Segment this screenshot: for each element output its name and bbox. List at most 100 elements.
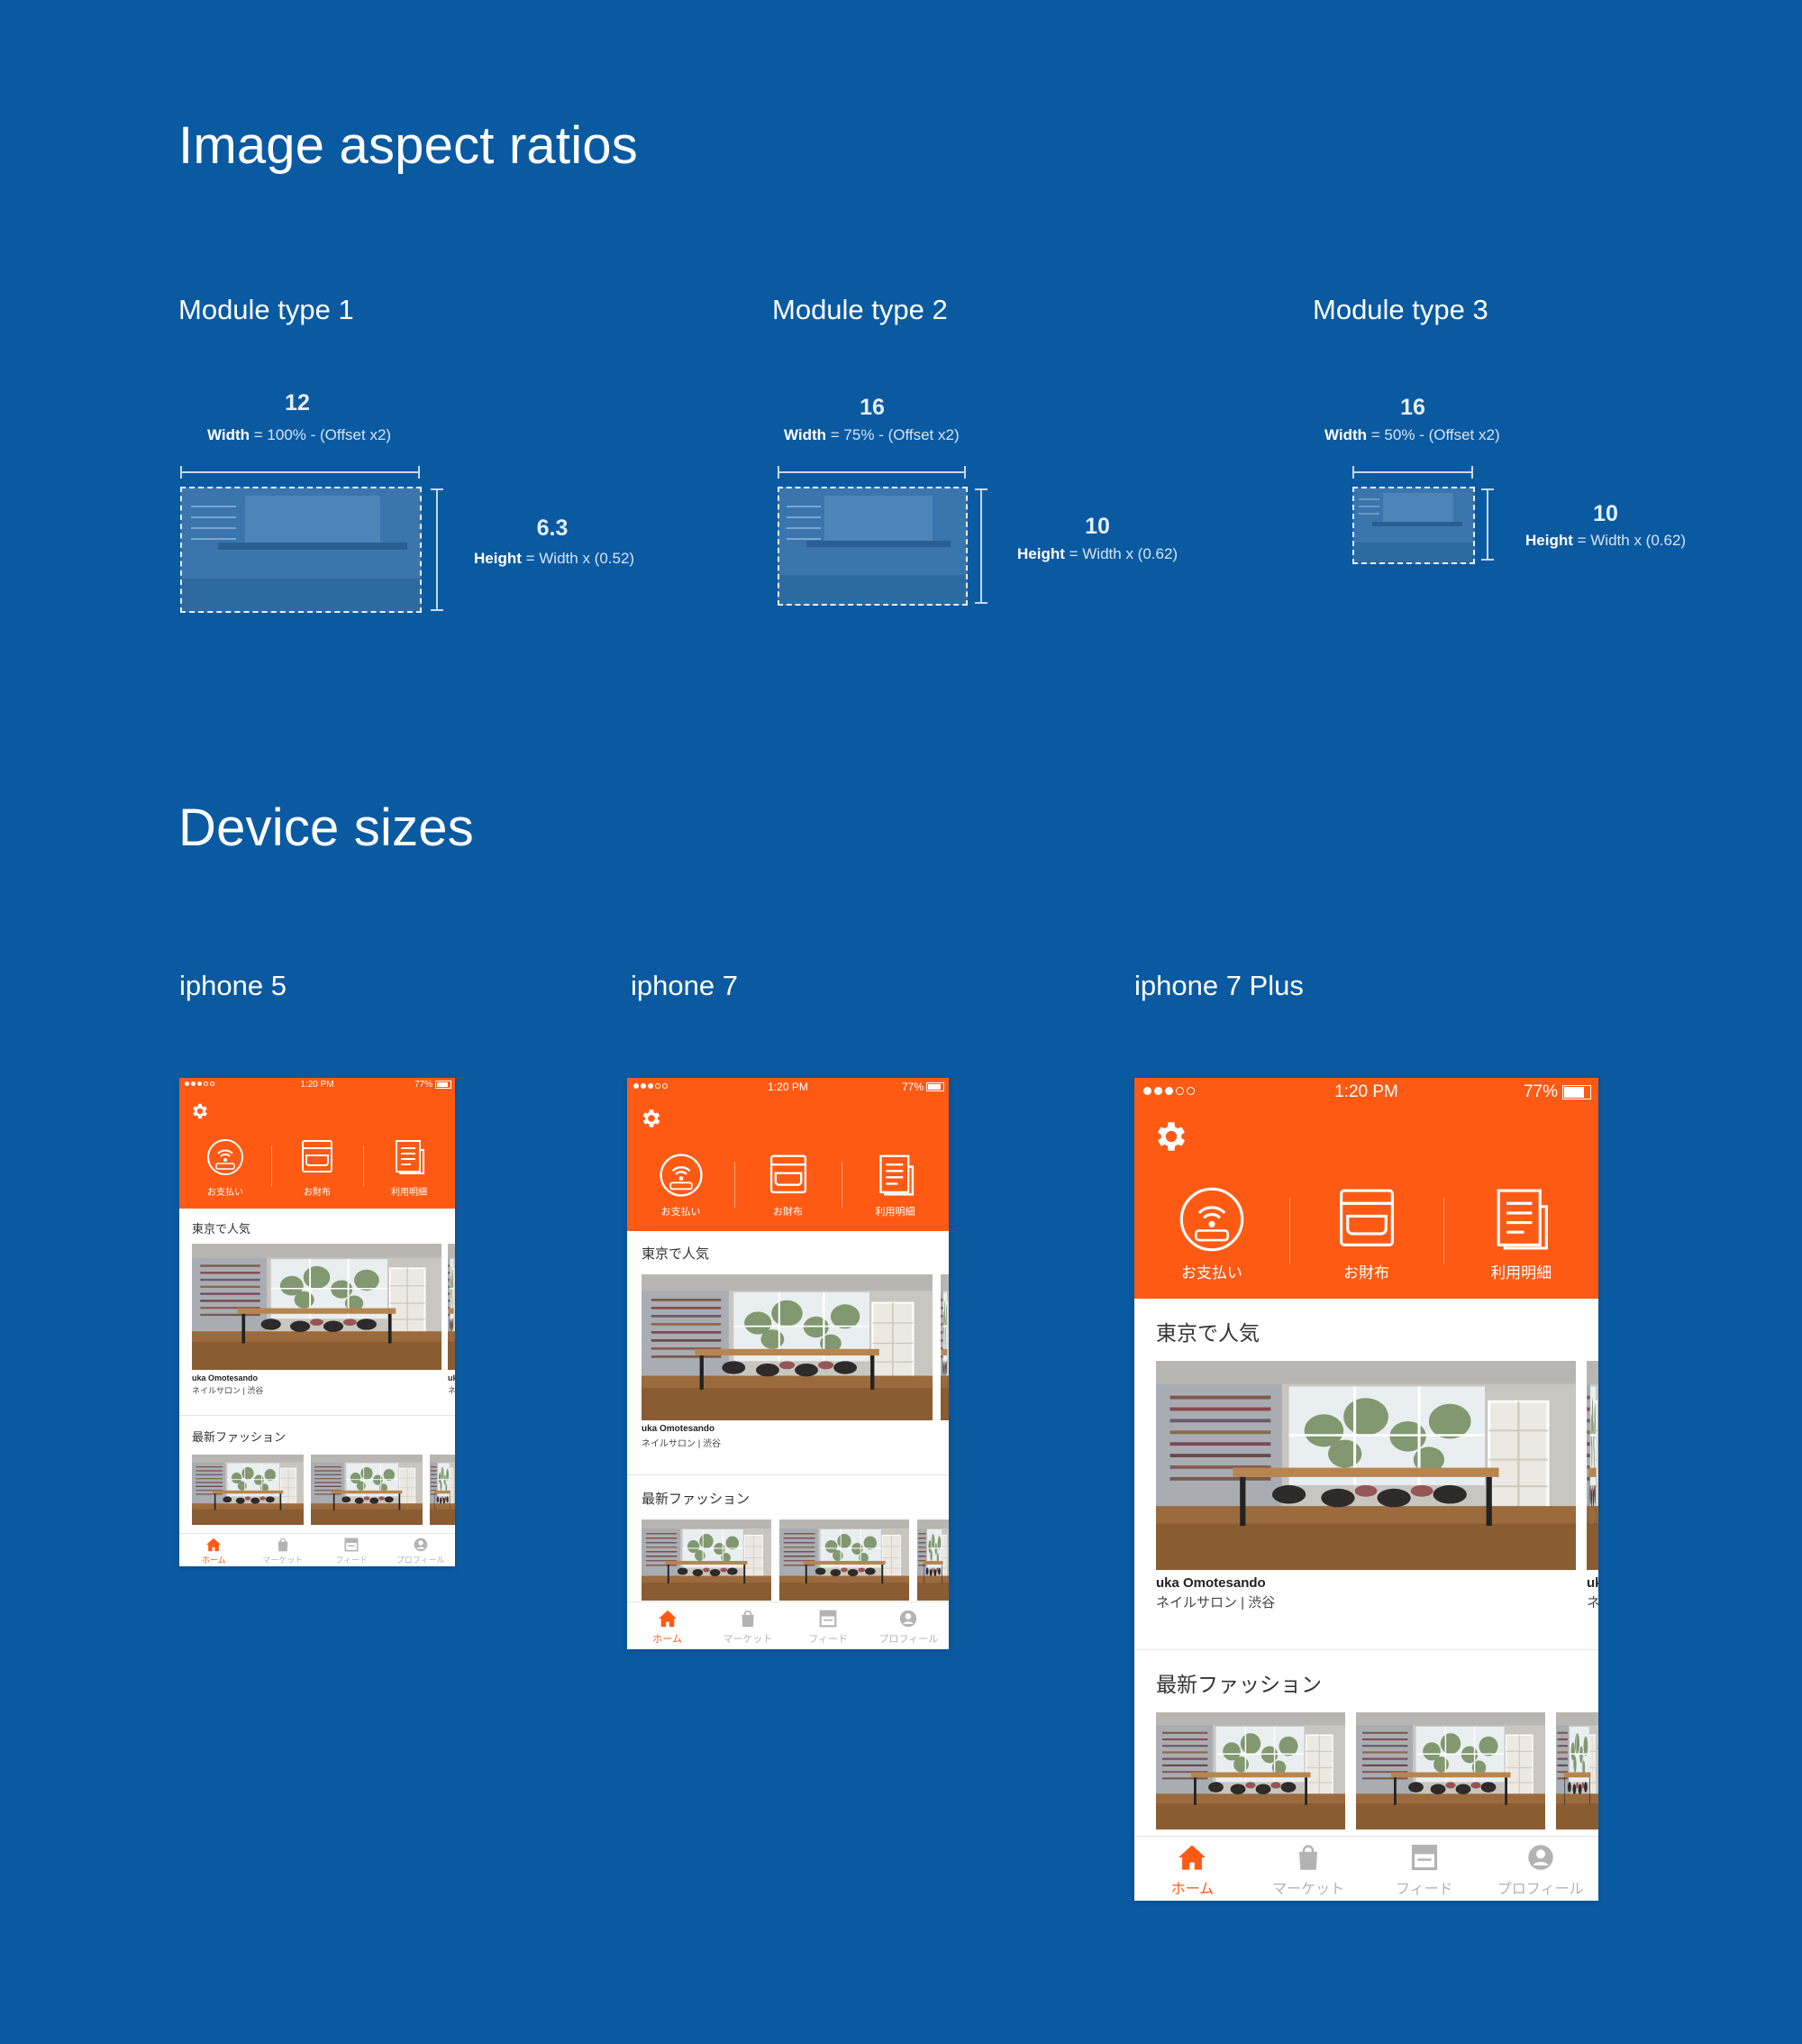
card-title: uka Omotesando — [1156, 1575, 1266, 1591]
module-3-width-formula: Width = 50% - (Offset x2) — [1324, 426, 1500, 443]
module-3-width-dimension-line — [1352, 466, 1473, 479]
tab-feed[interactable]: フィード — [1367, 1837, 1483, 1901]
section-title-fashion: 最新ファッション — [642, 1492, 751, 1507]
salon-photo — [430, 1455, 455, 1525]
wallet-icon — [769, 1154, 806, 1194]
salon-photo — [917, 1519, 949, 1601]
profile-icon — [414, 1538, 428, 1552]
quick-action-statement[interactable]: 利用明細 — [363, 1137, 455, 1208]
salon-photo — [448, 1244, 455, 1370]
section-title-fashion: 最新ファッション — [192, 1430, 287, 1444]
tab-market[interactable]: マーケット — [1251, 1837, 1367, 1901]
tab-profile[interactable]: プロフィール — [387, 1534, 456, 1566]
card-title: uka Omotesando — [192, 1373, 259, 1382]
statement-icon — [878, 1154, 914, 1196]
tab-label: ホーム — [652, 1634, 682, 1645]
tab-market[interactable]: マーケット — [707, 1602, 787, 1649]
quick-action-payment[interactable]: お支払い — [179, 1137, 271, 1208]
section-divider — [627, 1474, 949, 1475]
module-1-width-dimension-line — [180, 466, 420, 479]
salon-photo — [941, 1274, 949, 1420]
feature-card-image[interactable] — [192, 1244, 441, 1370]
fashion-card[interactable] — [779, 1519, 909, 1601]
quick-action-payment[interactable]: お支払い — [627, 1152, 734, 1231]
wallet-icon — [302, 1140, 332, 1173]
battery-indicator: 77% — [1524, 1082, 1591, 1102]
fashion-card[interactable] — [430, 1455, 455, 1525]
gear-icon[interactable] — [1152, 1118, 1190, 1155]
battery-icon — [926, 1082, 944, 1091]
battery-icon — [1562, 1085, 1591, 1100]
feature-card-image[interactable] — [642, 1274, 933, 1420]
phone-iphone7plus: 1:20 PM 77% お支払い お財布 利用明細 東京で人気 uka Omot… — [1134, 1078, 1598, 1901]
tab-home[interactable]: ホーム — [627, 1602, 707, 1649]
fashion-card[interactable] — [1156, 1712, 1345, 1830]
feature-card-image-next[interactable] — [448, 1244, 455, 1370]
tab-home[interactable]: ホーム — [179, 1534, 249, 1566]
section-title-device-sizes: Device sizes — [178, 798, 474, 857]
quick-action-statement[interactable]: 利用明細 — [1443, 1184, 1598, 1299]
fashion-card[interactable] — [192, 1455, 304, 1525]
tab-label: マーケット — [723, 1634, 773, 1645]
wallet-icon — [1339, 1189, 1394, 1246]
feature-card-image-next[interactable] — [1587, 1361, 1598, 1570]
module-3-height-formula: Height = Width x (0.62) — [1525, 532, 1687, 549]
section-divider — [1134, 1649, 1598, 1650]
tab-profile[interactable]: プロフィール — [869, 1602, 949, 1649]
tab-market[interactable]: マーケット — [249, 1534, 318, 1566]
tab-feed[interactable]: フィード — [788, 1602, 869, 1649]
profile-icon — [900, 1610, 917, 1628]
module-3-height-ratio: 10 — [1593, 501, 1618, 526]
module-2-width-dimension-line — [778, 466, 966, 479]
salon-photo — [192, 1244, 441, 1370]
quick-action-wallet[interactable]: お財布 — [1288, 1184, 1444, 1299]
module-3-title: Module type 3 — [1313, 294, 1488, 325]
tab-label: マーケット — [262, 1556, 304, 1565]
module-2-height-dimension-line — [975, 488, 987, 604]
module-1-width-formula: Width = 100% - (Offset x2) — [207, 426, 392, 443]
tab-home[interactable]: ホーム — [1134, 1837, 1251, 1901]
card-title: uka Omotesando — [642, 1424, 715, 1434]
fashion-card[interactable] — [1556, 1712, 1598, 1830]
fashion-card[interactable] — [311, 1455, 423, 1525]
feature-card-image[interactable] — [1156, 1361, 1576, 1570]
statement-icon — [1497, 1189, 1549, 1250]
feature-card-image-next[interactable] — [941, 1274, 949, 1420]
gear-icon[interactable] — [190, 1101, 210, 1121]
quick-action-wallet[interactable]: お財布 — [271, 1137, 363, 1208]
payment-icon — [207, 1139, 243, 1175]
page-title: Image aspect ratios — [178, 116, 638, 175]
salon-photo — [1156, 1361, 1576, 1570]
module-2-title: Module type 2 — [772, 294, 948, 325]
quick-action-label: 利用明細 — [875, 1207, 915, 1218]
tab-label: ホーム — [201, 1556, 226, 1565]
battery-percent: 77% — [414, 1080, 432, 1090]
tab-label: フィード — [1396, 1882, 1453, 1897]
fashion-card[interactable] — [642, 1519, 771, 1601]
quick-action-statement[interactable]: 利用明細 — [842, 1152, 949, 1231]
section-title-popular: 東京で人気 — [192, 1222, 251, 1236]
bag-icon — [742, 1610, 754, 1628]
tab-label: プロフィール — [878, 1634, 939, 1645]
feed-icon — [344, 1538, 359, 1552]
battery-percent: 77% — [1523, 1082, 1558, 1101]
module-1-height-dimension-line — [431, 488, 443, 611]
section-divider — [179, 1415, 455, 1416]
battery-percent: 77% — [901, 1081, 924, 1093]
tab-label: ホーム — [1170, 1882, 1215, 1897]
module-2-height-ratio: 10 — [1085, 514, 1110, 539]
feed-icon — [1411, 1844, 1437, 1871]
payment-icon — [659, 1154, 703, 1197]
gear-icon[interactable] — [640, 1107, 663, 1130]
card-subtitle-next: ネ — [1587, 1595, 1598, 1611]
status-bar: 1:20 PM 77% — [627, 1078, 949, 1096]
salon-photo — [779, 1519, 909, 1601]
feed-icon — [819, 1610, 837, 1628]
tab-profile[interactable]: プロフィール — [1482, 1837, 1598, 1901]
tab-feed[interactable]: フィード — [317, 1534, 387, 1566]
fashion-card[interactable] — [1356, 1712, 1545, 1830]
quick-action-payment[interactable]: お支払い — [1134, 1184, 1289, 1299]
quick-actions: お支払い お財布 利用明細 — [179, 1137, 455, 1208]
quick-action-wallet[interactable]: お財布 — [734, 1152, 842, 1231]
fashion-card[interactable] — [917, 1519, 949, 1601]
